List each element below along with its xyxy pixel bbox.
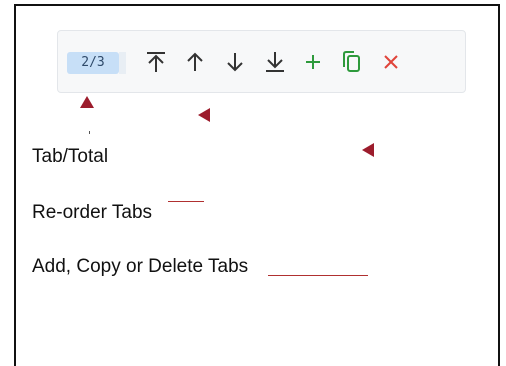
annotation-underline-2 [268, 275, 368, 276]
copy-icon [343, 51, 360, 72]
close-icon [384, 55, 398, 69]
label-reorder-tabs: Re-order Tabs [32, 202, 153, 223]
marker-triangle-left-2 [362, 143, 374, 157]
arrow-to-bottom-icon [266, 52, 284, 72]
move-up-button[interactable] [180, 47, 210, 77]
marker-triangle-left [198, 108, 210, 122]
counter-separator [119, 52, 126, 74]
marker-triangle-up [80, 96, 94, 108]
arrow-down-icon [227, 53, 243, 72]
move-to-top-button[interactable] [141, 47, 171, 77]
copy-tab-button[interactable] [336, 47, 366, 77]
label-add-copy-delete-tabs: Add, Copy or Delete Tabs [32, 256, 249, 277]
move-down-button[interactable] [220, 47, 250, 77]
tab-counter-badge: 2/3 [67, 52, 119, 74]
label-tab-total: Tab/Total [32, 146, 109, 167]
tab-toolbar: 2/3 [57, 30, 466, 93]
move-to-bottom-button[interactable] [260, 47, 290, 77]
add-tab-button[interactable] [298, 47, 328, 77]
arrow-up-icon [187, 52, 203, 71]
plus-icon [306, 55, 320, 69]
arrow-to-top-icon [147, 52, 165, 72]
annotation-underline-1 [168, 201, 204, 202]
delete-tab-button[interactable] [376, 47, 406, 77]
marker-tick [89, 131, 90, 134]
